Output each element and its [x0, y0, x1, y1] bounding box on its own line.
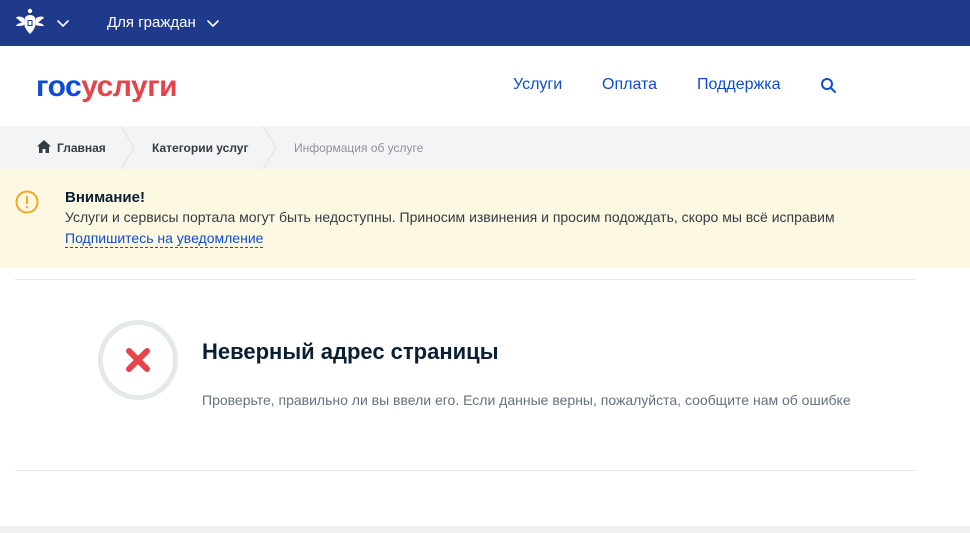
- alert-title: Внимание!: [65, 189, 145, 206]
- content-divider: [15, 279, 915, 280]
- subscribe-notification-link[interactable]: Подпишитесь на уведомление: [65, 230, 264, 248]
- error-icon-circle: [98, 320, 178, 400]
- search-icon[interactable]: [820, 77, 837, 94]
- close-icon: [126, 348, 150, 372]
- chevron-down-icon[interactable]: [206, 16, 220, 30]
- breadcrumb-separator: [263, 126, 277, 169]
- logo-part-uslugi: услуги: [81, 70, 178, 103]
- footer-strip: [0, 526, 970, 533]
- russian-emblem-icon[interactable]: [14, 6, 46, 38]
- chevron-down-icon[interactable]: [56, 16, 70, 30]
- warning-banner: Внимание! Услуги и сервисы портала могут…: [0, 169, 970, 268]
- breadcrumb-categories[interactable]: Категории услуг: [152, 140, 248, 156]
- breadcrumb-current: Информация об услуге: [294, 141, 424, 155]
- logo-part-gos: гос: [36, 70, 82, 103]
- site-header: госуслуги Услуги Оплата Поддержка: [0, 46, 970, 126]
- content-divider: [15, 470, 915, 471]
- exclamation-circle-icon: [15, 190, 39, 214]
- error-description: Проверьте, правильно ли вы ввели его. Ес…: [202, 392, 851, 408]
- breadcrumb-separator: [121, 126, 135, 169]
- top-bar: Для граждан: [0, 0, 970, 46]
- breadcrumb: Главная Категории услуг Информация об ус…: [0, 126, 970, 169]
- alert-text: Услуги и сервисы портала могут быть недо…: [65, 209, 835, 225]
- home-icon[interactable]: [37, 140, 51, 153]
- for-citizens-menu[interactable]: Для граждан: [107, 13, 196, 33]
- nav-payment-link[interactable]: Оплата: [602, 75, 657, 95]
- breadcrumb-home[interactable]: Главная: [57, 140, 106, 156]
- error-title: Неверный адрес страницы: [202, 339, 499, 364]
- nav-support-link[interactable]: Поддержка: [697, 75, 780, 95]
- nav-services-link[interactable]: Услуги: [513, 75, 562, 95]
- gosuslugi-logo[interactable]: госуслуги: [36, 70, 178, 104]
